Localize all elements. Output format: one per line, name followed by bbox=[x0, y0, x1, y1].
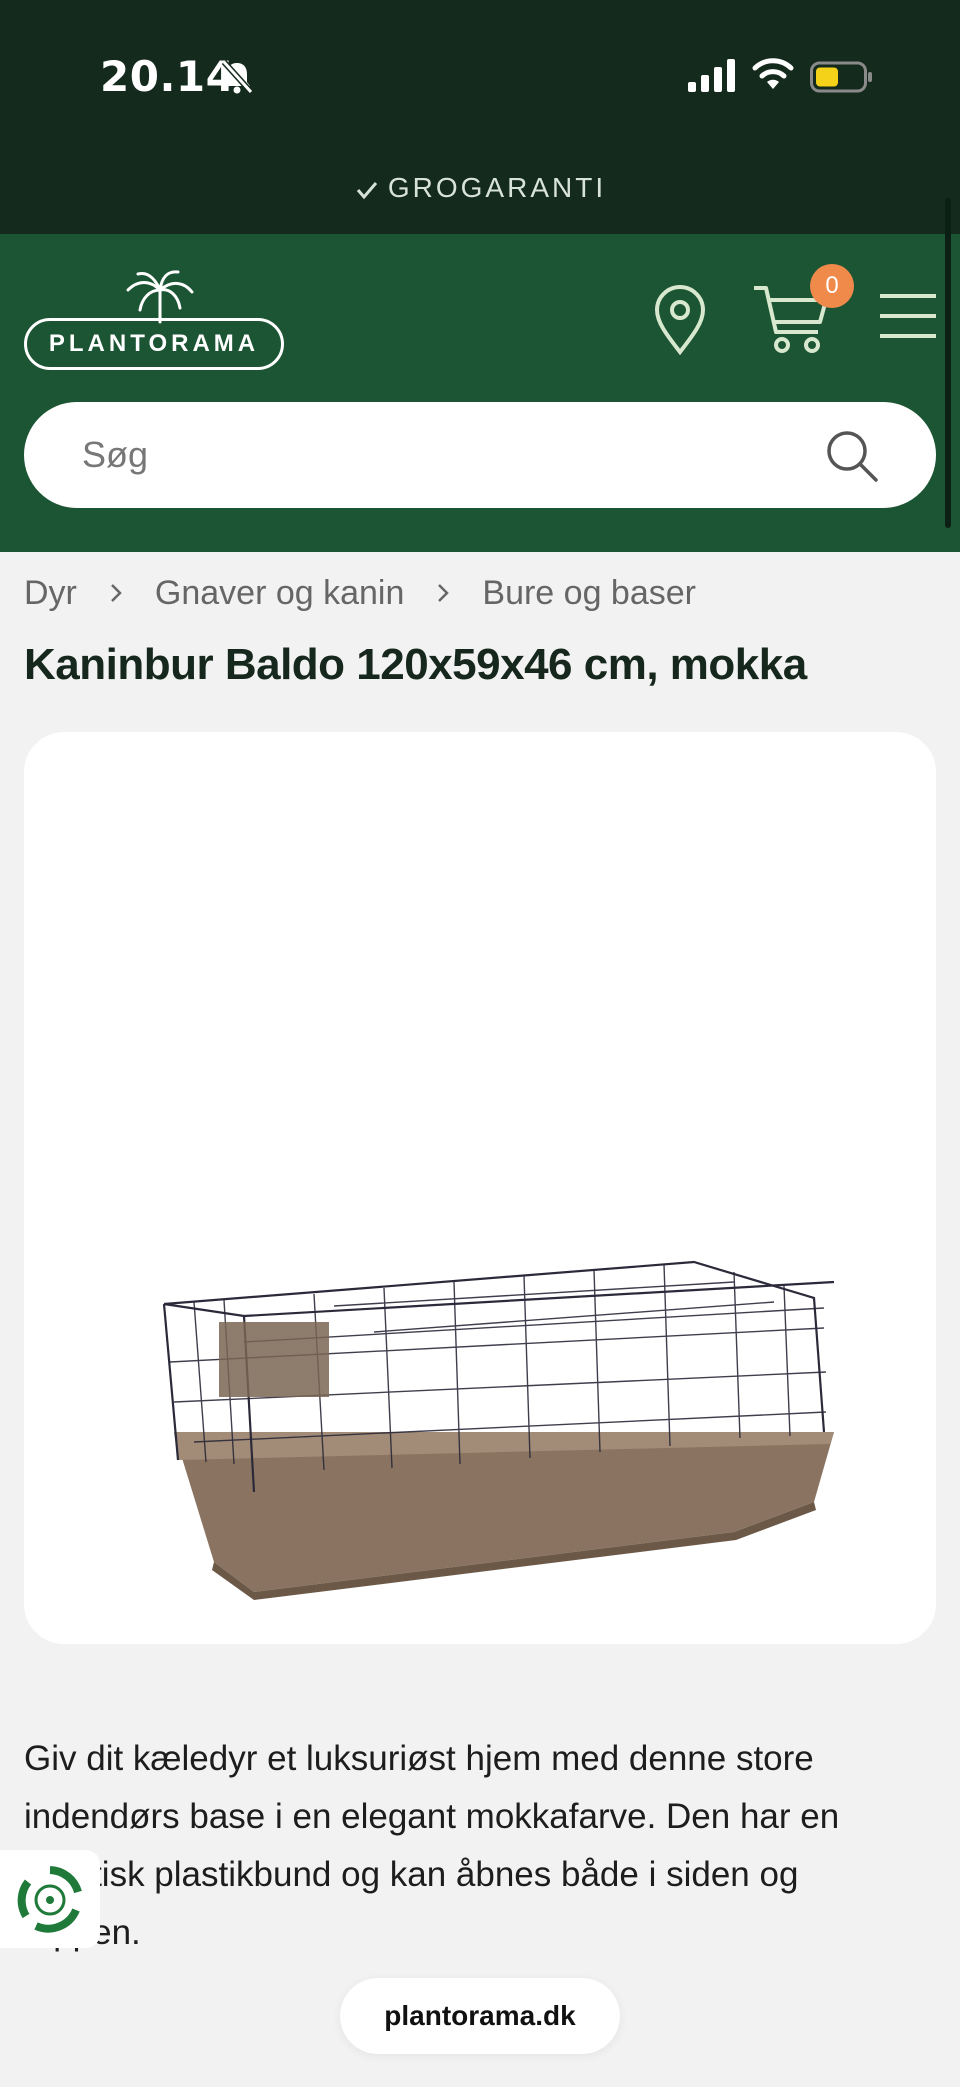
browser-url-bar[interactable]: plantorama.dk bbox=[340, 1978, 620, 2054]
scrollbar[interactable] bbox=[945, 198, 951, 528]
breadcrumb-dyr[interactable]: Dyr bbox=[24, 574, 77, 613]
logo-text: PLANTORAMA bbox=[24, 318, 284, 370]
battery-icon bbox=[810, 61, 872, 93]
product-description: Giv dit kæledyr et luksuriøst hjem med d… bbox=[24, 1739, 840, 1952]
guarantee-text: GROGARANTI bbox=[387, 172, 607, 203]
signal-icon bbox=[688, 59, 735, 92]
plantorama-logo[interactable]: PLANTORAMA bbox=[24, 268, 286, 372]
search-input[interactable] bbox=[82, 402, 822, 508]
check-icon bbox=[356, 181, 378, 199]
bell-slash-icon bbox=[221, 59, 254, 95]
site-header: PLANTORAMA 0 bbox=[0, 234, 960, 552]
rabbit-cage-image bbox=[162, 1260, 835, 1600]
cart-count-badge: 0 bbox=[810, 264, 854, 308]
guarantee-banner: GROGARANTI bbox=[0, 172, 960, 204]
location-pin-icon[interactable] bbox=[652, 284, 708, 356]
wifi-icon bbox=[752, 58, 794, 89]
palm-logo-icon bbox=[126, 270, 194, 324]
chevron-right-icon bbox=[111, 584, 122, 602]
breadcrumb-bure-og-baser[interactable]: Bure og baser bbox=[482, 574, 696, 613]
breadcrumb-gnaver-og-kanin[interactable]: Gnaver og kanin bbox=[155, 574, 405, 613]
search-bar[interactable] bbox=[24, 402, 936, 508]
product-title: Kaninbur Baldo 120x59x46 cm, mokka bbox=[24, 640, 807, 689]
search-icon[interactable] bbox=[824, 428, 880, 484]
breadcrumb: Dyr Gnaver og kanin Bure og baser bbox=[24, 568, 696, 618]
recycle-icon bbox=[17, 1866, 82, 1933]
product-image-card[interactable] bbox=[24, 732, 936, 1644]
chevron-right-icon bbox=[438, 584, 450, 602]
recycle-badge[interactable] bbox=[0, 1850, 100, 1948]
hamburger-menu-icon[interactable] bbox=[878, 292, 938, 340]
status-time: 20.14 bbox=[100, 52, 236, 101]
status-bar: 20.14 bbox=[0, 0, 960, 150]
